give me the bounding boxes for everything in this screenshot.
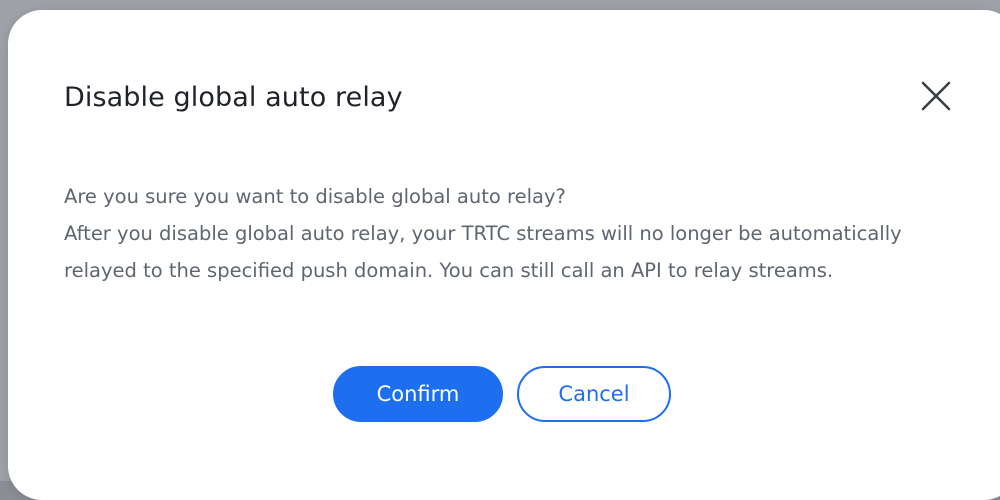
close-icon xyxy=(921,81,951,111)
dialog-message: Are you sure you want to disable global … xyxy=(64,178,964,289)
dialog-title: Disable global auto relay xyxy=(64,82,403,113)
cancel-button[interactable]: Cancel xyxy=(517,366,671,422)
dialog-actions: Confirm Cancel xyxy=(0,364,1000,426)
disable-relay-dialog: Disable global auto relay Are you sure y… xyxy=(8,10,1000,500)
confirmation-question: Are you sure you want to disable global … xyxy=(64,185,566,208)
close-button[interactable] xyxy=(916,76,956,116)
confirm-button[interactable]: Confirm xyxy=(333,366,503,422)
consequence-description: After you disable global auto relay, you… xyxy=(64,222,902,282)
